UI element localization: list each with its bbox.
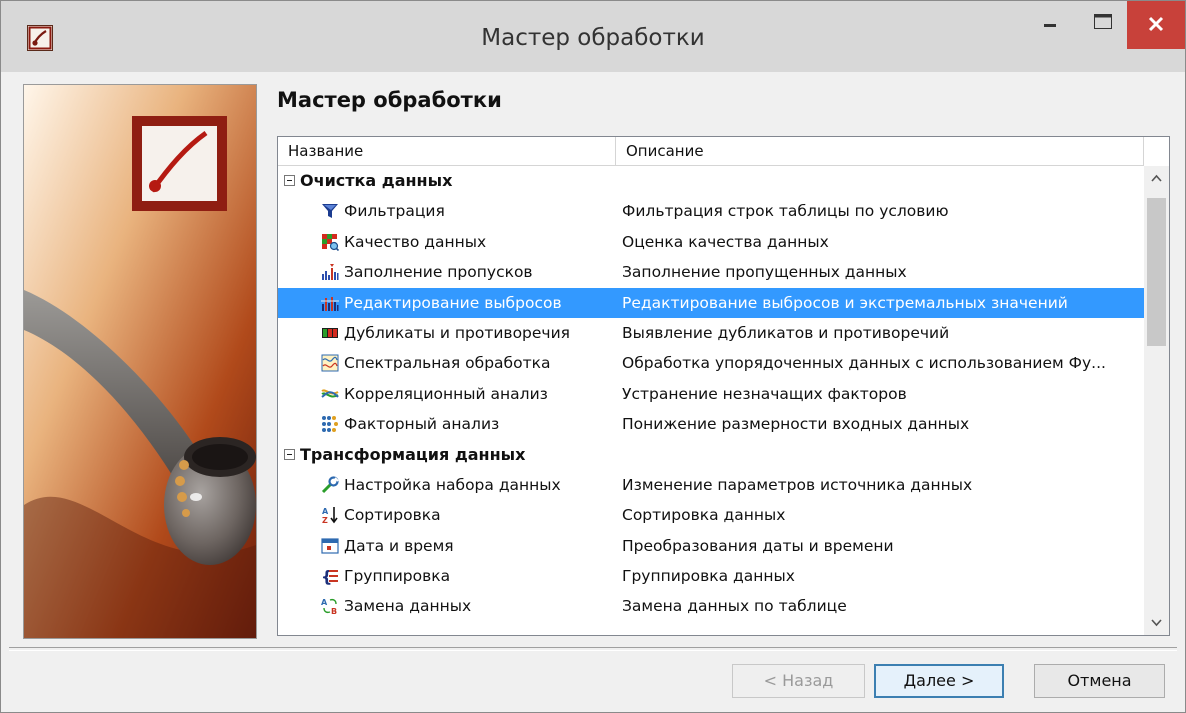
processors-list[interactable]: Название Описание Очистка данных Фильтра… [277, 136, 1170, 636]
svg-text:A: A [321, 598, 328, 607]
wizard-banner-image [23, 84, 257, 639]
column-header-description[interactable]: Описание [616, 137, 1144, 165]
list-item[interactable]: A B Замена данных Замена данных по табли… [278, 591, 1144, 621]
item-description: Устранение незначащих факторов [622, 384, 907, 403]
item-description: Группировка данных [622, 567, 795, 586]
list-item[interactable]: Фильтрация Фильтрация строк таблицы по у… [278, 196, 1144, 226]
item-name: Сортировка [344, 506, 441, 525]
scroll-up-button[interactable] [1144, 166, 1169, 190]
item-description: Понижение размерности входных данных [622, 415, 970, 434]
vertical-scrollbar[interactable] [1144, 166, 1169, 635]
data-quality-icon [322, 233, 339, 251]
collapse-toggle-icon[interactable] [284, 448, 295, 460]
list-item[interactable]: Дубликаты и противоречия Выявление дубли… [278, 318, 1144, 348]
list-item[interactable]: Корреляционный анализ Устранение незнача… [278, 379, 1144, 409]
wizard-window: Мастер обработки Мастер обработки Назван… [0, 0, 1186, 713]
item-description: Замена данных по таблице [622, 597, 847, 616]
dataset-settings-icon [321, 476, 339, 493]
item-name: Спектральная обработка [344, 354, 551, 373]
minimize-icon [1044, 24, 1056, 27]
list-item[interactable]: A Z Сортировка Сортировка данных [278, 500, 1144, 530]
list-item[interactable]: Дата и время Преобразования даты и време… [278, 531, 1144, 561]
group-label: Очистка данных [300, 171, 453, 190]
item-description: Преобразования даты и времени [622, 536, 894, 555]
group-label: Трансформация данных [300, 444, 526, 464]
replace-icon: A B [321, 598, 337, 615]
close-button[interactable] [1127, 1, 1185, 49]
list-header: Название Описание [278, 137, 1144, 166]
maximize-icon [1094, 14, 1112, 29]
scroll-thumb[interactable] [1147, 198, 1166, 346]
scroll-down-button[interactable] [1144, 611, 1169, 635]
svg-text:B: B [331, 607, 337, 615]
filter-icon [322, 204, 338, 219]
collapse-toggle-icon[interactable] [284, 175, 295, 186]
item-name: Дубликаты и противоречия [344, 323, 570, 342]
factor-analysis-icon [322, 416, 338, 433]
svg-text:A: A [322, 507, 329, 516]
chevron-up-icon [1151, 174, 1162, 182]
item-name: Замена данных [344, 597, 472, 616]
list-item[interactable]: Качество данных Оценка качества данных [278, 227, 1144, 257]
spectral-icon [321, 354, 339, 372]
wizard-heading: Мастер обработки [277, 88, 502, 112]
item-description: Изменение параметров источника данных [622, 475, 973, 494]
close-icon [1148, 16, 1164, 32]
back-button[interactable]: < Назад [732, 664, 865, 698]
item-description: Обработка упорядоченных данных с использ… [622, 354, 1106, 373]
list-rows: Очистка данных Фильтрация Фильтрация стр… [278, 166, 1144, 622]
pipe-illustration [24, 85, 256, 638]
item-name: Дата и время [344, 536, 454, 555]
item-description: Оценка качества данных [622, 232, 829, 251]
window-title: Мастер обработки [481, 25, 705, 51]
list-item-selected[interactable]: Редактирование выбросов Редактирование в… [278, 287, 1144, 318]
item-name: Корреляционный анализ [344, 384, 548, 403]
item-description: Сортировка данных [622, 506, 786, 525]
item-name: Заполнение пропусков [344, 263, 533, 282]
maximize-button[interactable] [1079, 1, 1127, 49]
column-header-name[interactable]: Название [278, 137, 616, 165]
item-name: Фильтрация [344, 202, 445, 221]
duplicates-icon [322, 327, 338, 338]
cancel-button[interactable]: Отмена [1034, 664, 1165, 698]
grouping-icon: { [321, 567, 338, 585]
item-description: Выявление дубликатов и противоречий [622, 323, 950, 342]
group-row-data-cleaning[interactable]: Очистка данных [278, 166, 1144, 196]
footer-separator [9, 647, 1177, 651]
outliers-icon [321, 296, 339, 311]
fill-gaps-icon [322, 264, 339, 281]
sort-az-icon: A Z [322, 507, 338, 524]
minimize-button[interactable] [1027, 1, 1075, 49]
svg-text:Z: Z [322, 516, 328, 524]
title-bar[interactable]: Мастер обработки [1, 1, 1185, 72]
item-name: Группировка [344, 567, 451, 586]
list-item[interactable]: { Группировка Группировка данных [278, 561, 1144, 591]
item-name: Настройка набора данных [344, 475, 561, 494]
item-name: Качество данных [344, 232, 487, 251]
list-item[interactable]: Спектральная обработка Обработка упорядо… [278, 348, 1144, 378]
item-description: Заполнение пропущенных данных [622, 263, 907, 282]
group-row-data-transformation[interactable]: Трансформация данных [278, 440, 1144, 470]
item-name: Редактирование выбросов [344, 293, 562, 312]
chevron-down-icon [1151, 619, 1162, 627]
list-item[interactable]: Факторный анализ Понижение размерности в… [278, 409, 1144, 439]
calendar-icon [321, 538, 339, 554]
list-item[interactable]: Настройка набора данных Изменение параме… [278, 470, 1144, 500]
next-button[interactable]: Далее > [874, 664, 1004, 698]
item-description: Редактирование выбросов и экстремальных … [622, 293, 1068, 312]
item-description: Фильтрация строк таблицы по условию [622, 202, 949, 221]
list-item[interactable]: Заполнение пропусков Заполнение пропущен… [278, 257, 1144, 287]
item-name: Факторный анализ [344, 415, 500, 434]
correlation-icon [321, 389, 339, 398]
